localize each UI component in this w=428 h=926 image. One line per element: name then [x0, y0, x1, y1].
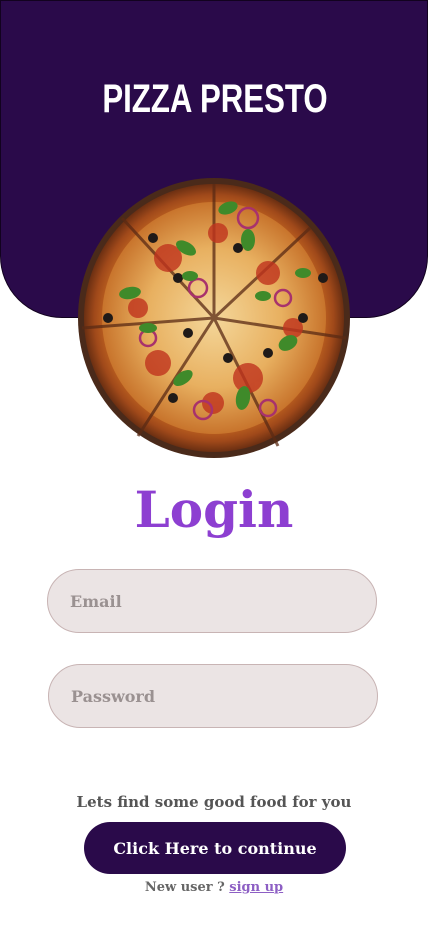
pizza-image: [78, 178, 350, 458]
signup-prompt: New user ? sign up: [0, 878, 428, 898]
new-user-label: New user ?: [144, 880, 225, 895]
tagline-text: Lets find some good food for you: [76, 793, 352, 811]
signup-link[interactable]: sign up: [229, 880, 283, 895]
login-title: Login: [134, 480, 294, 539]
password-field[interactable]: [48, 664, 378, 728]
app-title: PIZZA PRESTO: [102, 77, 328, 121]
continue-button[interactable]: Click Here to continue: [84, 822, 346, 874]
email-field[interactable]: [47, 569, 377, 633]
